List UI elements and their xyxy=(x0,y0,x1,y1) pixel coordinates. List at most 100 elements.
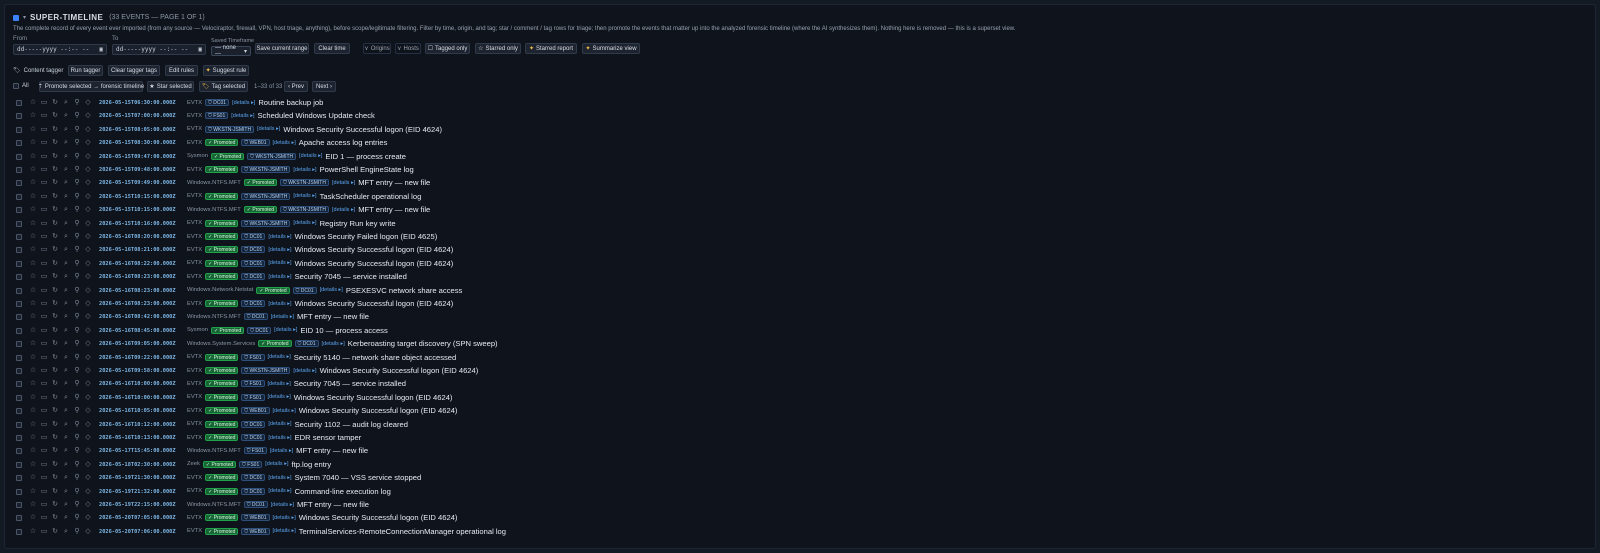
star-icon[interactable]: ☆ xyxy=(29,233,37,241)
pin-icon[interactable]: ⚲ xyxy=(73,153,81,161)
row-checkbox[interactable] xyxy=(16,461,22,468)
row-checkbox[interactable] xyxy=(16,140,22,147)
host-badge[interactable]: ⛉ WEB01 xyxy=(241,407,270,415)
star-icon[interactable]: ☆ xyxy=(29,380,37,388)
details-link[interactable]: [details ▸] xyxy=(268,354,291,360)
details-link[interactable]: [details ▸] xyxy=(268,435,291,441)
host-badge[interactable]: ⛉ DC01 xyxy=(205,99,230,106)
star-icon[interactable]: ☆ xyxy=(29,273,37,281)
star-selected-button[interactable]: ★ Star selected xyxy=(147,81,194,92)
details-link[interactable]: [details ▸] xyxy=(231,113,254,119)
comment-icon[interactable]: ▭ xyxy=(40,514,48,522)
host-badge[interactable]: ⛉ FS01 xyxy=(241,353,265,361)
hosts-filter-button[interactable]: ⋎ Hosts xyxy=(395,43,421,54)
details-link[interactable]: [details ▸] xyxy=(268,301,291,307)
pin-icon[interactable]: ⚲ xyxy=(73,447,81,455)
host-badge[interactable]: ⛉ WKSTN-JSMITH xyxy=(280,179,329,187)
inspect-icon[interactable]: ⌕ xyxy=(62,528,70,536)
prev-page-button[interactable]: ‹ Prev xyxy=(284,81,308,92)
pin-icon[interactable]: ⚲ xyxy=(73,220,81,228)
host-badge[interactable]: ⛉ DC01 xyxy=(241,474,266,482)
star-icon[interactable]: ☆ xyxy=(29,367,37,375)
row-checkbox[interactable] xyxy=(16,126,22,133)
details-link[interactable]: [details ▸] xyxy=(273,408,296,414)
inspect-icon[interactable]: ⌕ xyxy=(62,447,70,455)
comment-icon[interactable]: ▭ xyxy=(40,367,48,375)
tag-icon[interactable]: ◇ xyxy=(84,488,92,496)
tag-icon[interactable]: ◇ xyxy=(84,287,92,295)
row-checkbox[interactable] xyxy=(16,260,22,267)
host-badge[interactable]: ⛉ WKSTN-JSMITH xyxy=(241,219,291,227)
tag-icon[interactable]: ◇ xyxy=(84,273,92,281)
inspect-icon[interactable]: ⌕ xyxy=(62,206,70,214)
history-icon[interactable]: ↻ xyxy=(51,488,59,496)
suggest-rule-button[interactable]: ✦ Suggest rule xyxy=(203,65,249,76)
history-icon[interactable]: ↻ xyxy=(51,153,59,161)
host-badge[interactable]: ⛉ WKSTN-JSMITH xyxy=(280,206,329,214)
row-checkbox[interactable] xyxy=(16,488,22,495)
host-badge[interactable]: ⛉ DC01 xyxy=(294,340,319,348)
pin-icon[interactable]: ⚲ xyxy=(73,514,81,522)
star-icon[interactable]: ☆ xyxy=(29,434,37,442)
history-icon[interactable]: ↻ xyxy=(51,501,59,509)
star-icon[interactable]: ☆ xyxy=(29,260,37,268)
comment-icon[interactable]: ▭ xyxy=(40,394,48,402)
star-icon[interactable]: ☆ xyxy=(29,313,37,321)
tagged-only-toggle[interactable]: ☐ Tagged only xyxy=(425,43,470,54)
summarize-view-button[interactable]: ✦ Summarize view xyxy=(582,43,640,54)
history-icon[interactable]: ↻ xyxy=(51,193,59,201)
host-badge[interactable]: ⛉ DC01 xyxy=(292,286,317,294)
row-checkbox[interactable] xyxy=(16,528,22,535)
comment-icon[interactable]: ▭ xyxy=(40,206,48,214)
row-checkbox[interactable] xyxy=(16,100,22,106)
star-icon[interactable]: ☆ xyxy=(29,528,37,536)
host-badge[interactable]: ⛉ DC01 xyxy=(241,434,266,441)
calendar-icon[interactable]: ▣ xyxy=(198,46,202,53)
details-link[interactable]: [details ▸] xyxy=(268,475,291,481)
comment-icon[interactable]: ▭ xyxy=(40,153,48,161)
pin-icon[interactable]: ⚲ xyxy=(73,434,81,442)
tag-icon[interactable]: ◇ xyxy=(84,354,92,362)
pin-icon[interactable]: ⚲ xyxy=(73,367,81,375)
pin-icon[interactable]: ⚲ xyxy=(73,327,81,335)
history-icon[interactable]: ↻ xyxy=(51,179,59,187)
history-icon[interactable]: ↻ xyxy=(51,206,59,214)
host-badge[interactable]: ⛉ WKSTN-JSMITH xyxy=(241,367,291,374)
star-icon[interactable]: ☆ xyxy=(29,501,37,509)
row-checkbox[interactable] xyxy=(16,301,22,307)
details-link[interactable]: [details ▸] xyxy=(332,207,355,213)
pin-icon[interactable]: ⚲ xyxy=(73,166,81,174)
saved-timeframe-select[interactable]: — none — ▾ xyxy=(211,45,251,57)
host-badge[interactable]: ⛉ WKSTN-JSMITH xyxy=(205,125,255,133)
star-icon[interactable]: ☆ xyxy=(29,206,37,214)
row-checkbox[interactable] xyxy=(16,408,22,415)
star-icon[interactable]: ☆ xyxy=(29,287,37,295)
row-checkbox[interactable] xyxy=(16,354,22,361)
comment-icon[interactable]: ▭ xyxy=(40,421,48,429)
row-checkbox[interactable] xyxy=(16,247,22,254)
star-icon[interactable]: ☆ xyxy=(29,354,37,362)
host-badge[interactable]: ⛉ FS01 xyxy=(241,393,265,401)
history-icon[interactable]: ↻ xyxy=(51,394,59,402)
inspect-icon[interactable]: ⌕ xyxy=(62,488,70,496)
inspect-icon[interactable]: ⌕ xyxy=(62,313,70,321)
comment-icon[interactable]: ▭ xyxy=(40,300,48,308)
tag-icon[interactable]: ◇ xyxy=(84,246,92,254)
tag-icon[interactable]: ◇ xyxy=(84,99,92,107)
details-link[interactable]: [details ▸] xyxy=(268,381,291,387)
history-icon[interactable]: ↻ xyxy=(51,112,59,120)
tag-icon[interactable]: ◇ xyxy=(84,112,92,120)
history-icon[interactable]: ↻ xyxy=(51,528,59,536)
star-icon[interactable]: ☆ xyxy=(29,488,37,496)
host-badge[interactable]: ⛉ DC01 xyxy=(247,326,272,334)
comment-icon[interactable]: ▭ xyxy=(40,139,48,147)
details-link[interactable]: [details ▸] xyxy=(293,193,316,199)
history-icon[interactable]: ↻ xyxy=(51,287,59,295)
history-icon[interactable]: ↻ xyxy=(51,273,59,281)
star-icon[interactable]: ☆ xyxy=(29,193,37,201)
pin-icon[interactable]: ⚲ xyxy=(73,206,81,214)
inspect-icon[interactable]: ⌕ xyxy=(62,461,70,469)
history-icon[interactable]: ↻ xyxy=(51,126,59,134)
row-checkbox[interactable] xyxy=(16,381,22,388)
tag-icon[interactable]: ◇ xyxy=(84,421,92,429)
